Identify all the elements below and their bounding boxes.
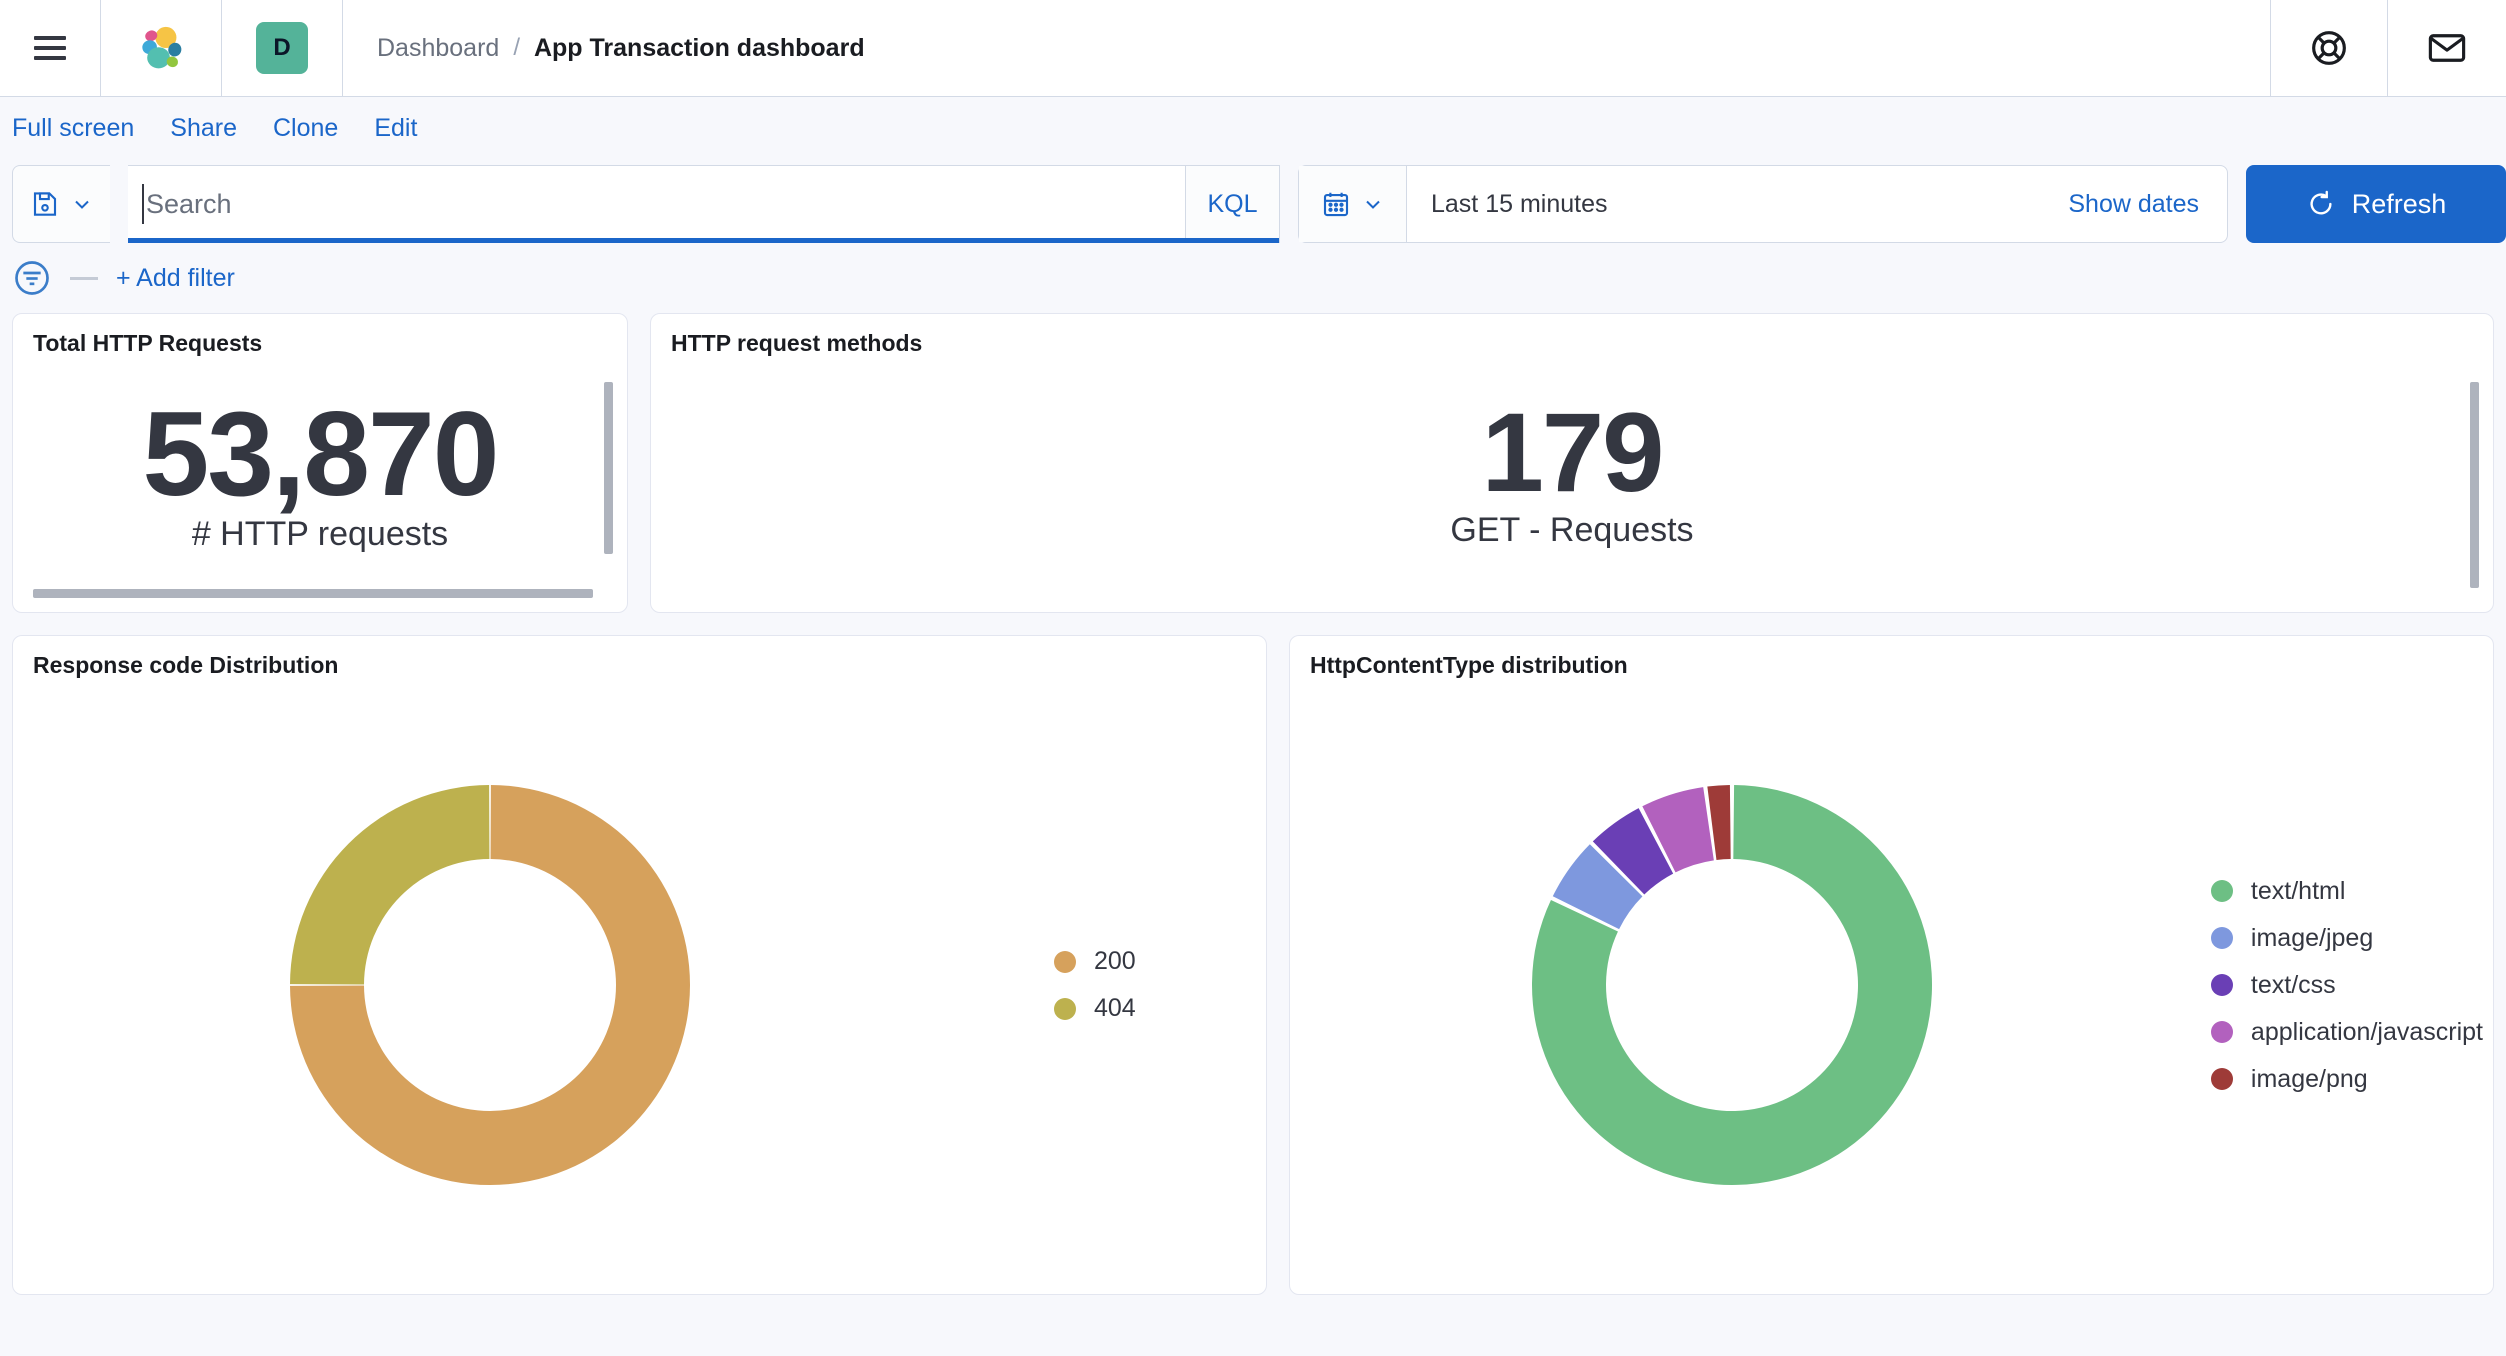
legend-color-swatch bbox=[2210, 1068, 2233, 1090]
legend-color-swatch bbox=[2210, 974, 2233, 996]
legend-item[interactable]: 404 bbox=[1054, 994, 1256, 1023]
legend-color-swatch bbox=[2210, 880, 2233, 902]
panel-http-request-methods[interactable]: HTTP request methods 179 GET - Requests bbox=[650, 313, 2494, 613]
envelope-mail-icon bbox=[2428, 34, 2466, 62]
legend-item-label: 200 bbox=[1094, 947, 1136, 975]
space-switcher[interactable]: D bbox=[222, 0, 342, 96]
donut-svg bbox=[289, 785, 690, 1185]
donut-slice[interactable] bbox=[1532, 785, 1933, 1185]
breadcrumb-item-current: App Transaction dashboard bbox=[533, 33, 865, 62]
legend-item[interactable]: 200 bbox=[1054, 947, 1256, 976]
metric-value: 53,870 bbox=[142, 386, 499, 521]
donut-chart-response-code[interactable] bbox=[13, 735, 966, 1235]
legend-color-swatch bbox=[2210, 1021, 2233, 1043]
help-button[interactable] bbox=[2271, 0, 2387, 96]
legend-item-label: text/html bbox=[2250, 876, 2346, 905]
panel-vertical-scrollbar[interactable] bbox=[604, 382, 613, 554]
search-field-wrapper[interactable]: KQL bbox=[128, 165, 1280, 243]
add-filter-button[interactable]: + Add filter bbox=[116, 264, 235, 293]
header-spacer bbox=[865, 0, 2270, 96]
search-input[interactable] bbox=[128, 166, 1185, 242]
elastic-logo-button[interactable] bbox=[101, 0, 221, 96]
legend-item[interactable]: image/png bbox=[2210, 1064, 2483, 1094]
panel-http-content-type-distribution[interactable]: HttpContentType distribution text/html im… bbox=[1289, 635, 2494, 1295]
menu-button[interactable] bbox=[0, 0, 100, 96]
panel-title: Response code Distribution bbox=[33, 652, 339, 678]
donut-svg bbox=[1532, 785, 1933, 1185]
search-focus-underline bbox=[128, 238, 1279, 243]
text-cursor bbox=[142, 184, 144, 224]
dashboard-row-metrics: Total HTTP Requests 53,870 # HTTP reques… bbox=[12, 313, 2494, 613]
legend-item-label: text/css bbox=[2250, 970, 2336, 999]
share-link[interactable]: Share bbox=[170, 114, 237, 143]
breadcrumb: Dashboard / App Transaction dashboard bbox=[343, 0, 865, 96]
legend-item[interactable]: application/javascript bbox=[2210, 1017, 2483, 1047]
legend-color-swatch bbox=[1054, 950, 1076, 973]
calendar-icon bbox=[1323, 192, 1348, 217]
panel-title: Total HTTP Requests bbox=[33, 330, 263, 356]
panel-vertical-scrollbar[interactable] bbox=[2470, 382, 2479, 588]
metric-label: # HTTP requests bbox=[191, 514, 449, 553]
panel-response-code-distribution[interactable]: Response code Distribution 200 404 bbox=[12, 635, 1267, 1295]
notifications-button[interactable] bbox=[2388, 0, 2506, 96]
legend-item[interactable]: text/css bbox=[2210, 970, 2483, 1000]
save-disk-icon bbox=[33, 192, 56, 216]
donut-body: 200 404 bbox=[13, 679, 1266, 1291]
app-header: D Dashboard / App Transaction dashboard bbox=[0, 0, 2506, 97]
chevron-down-icon bbox=[1365, 200, 1380, 209]
refresh-circle-arrow-icon bbox=[2310, 190, 2332, 215]
dashboard-row-donuts: Response code Distribution 200 404 HttpCo… bbox=[12, 635, 2494, 1295]
clone-link[interactable]: Clone bbox=[273, 114, 338, 143]
dashboard-grid: Total HTTP Requests 53,870 # HTTP reques… bbox=[0, 313, 2506, 1295]
panel-total-http-requests[interactable]: Total HTTP Requests 53,870 # HTTP reques… bbox=[12, 313, 628, 613]
hamburger-menu-icon[interactable] bbox=[34, 36, 66, 60]
donut-slice[interactable] bbox=[289, 785, 489, 985]
lifebuoy-help-icon bbox=[2312, 31, 2346, 65]
breadcrumb-item-dashboard[interactable]: Dashboard bbox=[377, 34, 499, 63]
chart-legend-content-type: text/html image/jpeg text/css application/j… bbox=[2175, 877, 2493, 1094]
metric-body: 53,870 # HTTP requests bbox=[13, 357, 627, 609]
metric-body: 179 GET - Requests bbox=[651, 357, 2493, 609]
full-screen-link[interactable]: Full screen bbox=[12, 114, 134, 143]
legend-item-label: image/png bbox=[2250, 1064, 2368, 1093]
legend-item[interactable]: text/html bbox=[2210, 876, 2483, 906]
legend-item-label: application/javascript bbox=[2250, 1017, 2483, 1046]
elastic-logo-icon bbox=[142, 26, 182, 69]
filter-divider bbox=[70, 276, 98, 280]
panel-title: HttpContentType distribution bbox=[1310, 652, 1628, 678]
chevron-down-icon bbox=[74, 200, 89, 209]
chart-legend-response-code: 200 404 bbox=[966, 947, 1266, 1023]
donut-chart-content-type[interactable] bbox=[1290, 735, 2175, 1235]
legend-color-swatch bbox=[2210, 927, 2233, 949]
breadcrumb-separator: / bbox=[513, 34, 520, 61]
legend-item-label: image/jpeg bbox=[2250, 923, 2374, 952]
legend-item-label: 404 bbox=[1094, 994, 1136, 1022]
donut-body: text/html image/jpeg text/css application/j… bbox=[1290, 679, 2493, 1291]
metric-label: GET - Requests bbox=[1450, 510, 1694, 549]
panel-horizontal-scrollbar[interactable] bbox=[33, 589, 593, 598]
date-range-value[interactable]: Last 15 minutes bbox=[1407, 166, 2068, 242]
date-picker: Last 15 minutes Show dates bbox=[1298, 165, 2228, 243]
refresh-button-label: Refresh bbox=[2351, 188, 2447, 219]
refresh-button[interactable]: Refresh bbox=[2246, 165, 2506, 243]
query-language-button[interactable]: KQL bbox=[1185, 166, 1279, 242]
legend-item[interactable]: image/jpeg bbox=[2210, 923, 2483, 953]
panel-title: HTTP request methods bbox=[671, 330, 923, 356]
legend-color-swatch bbox=[1054, 997, 1076, 1020]
filter-funnel-icon[interactable] bbox=[12, 258, 52, 298]
date-quick-select-button[interactable] bbox=[1299, 166, 1407, 242]
query-bar: KQL Last 15 minutes Show dates Refresh bbox=[0, 159, 2506, 243]
space-avatar[interactable]: D bbox=[256, 22, 308, 74]
show-dates-button[interactable]: Show dates bbox=[2068, 166, 2227, 242]
saved-query-button[interactable] bbox=[12, 165, 110, 243]
dashboard-actions-bar: Full screen Share Clone Edit bbox=[0, 97, 2506, 159]
edit-link[interactable]: Edit bbox=[374, 114, 417, 143]
filter-bar: + Add filter bbox=[0, 243, 2506, 313]
metric-value: 179 bbox=[1481, 390, 1665, 516]
